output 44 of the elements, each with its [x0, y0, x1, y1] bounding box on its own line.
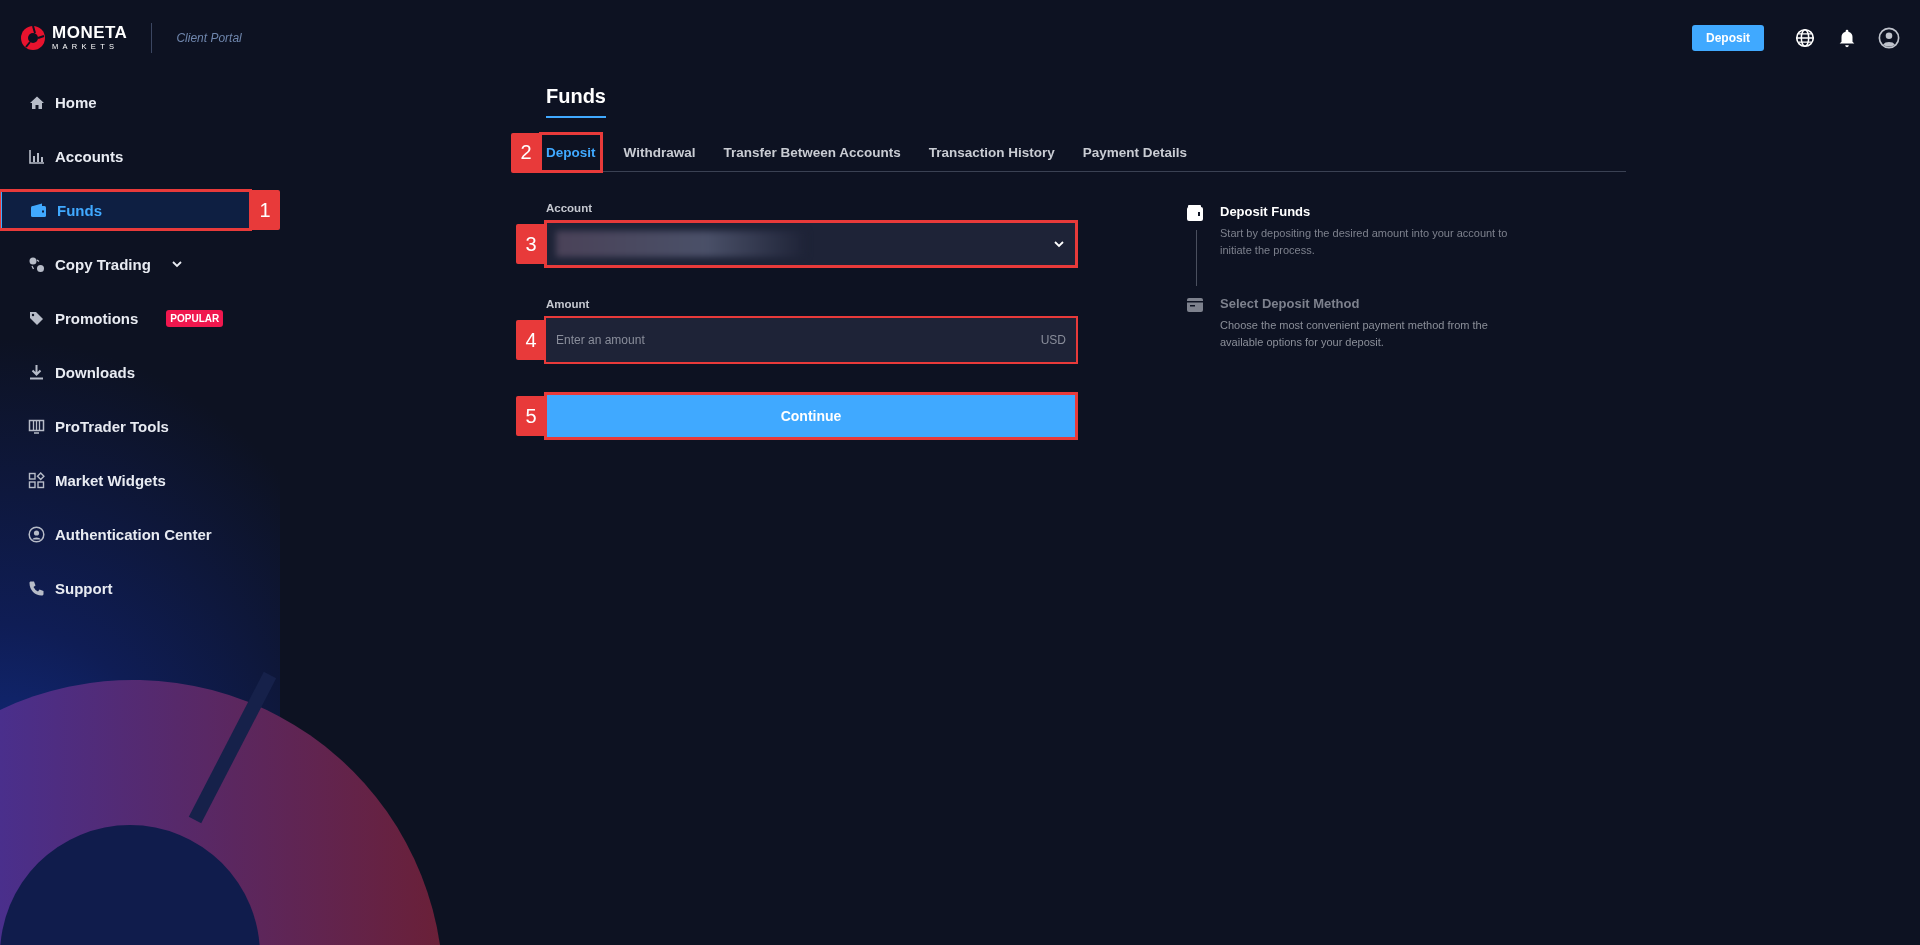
- step-title: Deposit Funds: [1220, 204, 1312, 219]
- step-description: Start by depositing the desired amount into your account to initiate the process.: [1220, 226, 1509, 258]
- tab[interactable]: Transfer Between Accounts: [718, 134, 906, 171]
- sidebar-item[interactable]: Authentication Center: [0, 515, 250, 553]
- portal-label: Client Portal: [176, 30, 242, 45]
- annotation-number: 2: [511, 132, 541, 173]
- page-title: Funds: [546, 80, 606, 118]
- tab[interactable]: Payment Details: [1077, 134, 1193, 171]
- sidebar-item[interactable]: Funds: [0, 191, 250, 229]
- circles-icon: [28, 255, 45, 273]
- tag-icon: [28, 309, 45, 327]
- annotation-number: 3: [516, 224, 546, 264]
- annotation-number: 4: [516, 320, 546, 360]
- sidebar-item[interactable]: Market Widgets: [0, 461, 250, 499]
- sidebar-item[interactable]: Promotions POPULAR: [0, 299, 250, 337]
- sidebar-item[interactable]: Accounts: [0, 137, 250, 175]
- download-icon: [28, 363, 45, 381]
- sidebar-item[interactable]: Copy Trading: [0, 245, 250, 283]
- annotation-number: 1: [250, 190, 280, 230]
- user-profile-icon[interactable]: [1878, 26, 1900, 49]
- sidebar-item[interactable]: Home: [0, 83, 250, 121]
- tab[interactable]: Withdrawal: [618, 134, 701, 171]
- phone-icon: [28, 579, 45, 597]
- wallet-icon: [30, 201, 47, 219]
- monitor-icon: [28, 417, 45, 435]
- sidebar-item[interactable]: Downloads: [0, 353, 250, 391]
- logo-icon: [20, 24, 46, 51]
- user-circle-icon: [28, 525, 45, 543]
- account-select[interactable]: [546, 222, 1076, 266]
- sidebar-item[interactable]: ProTrader Tools: [0, 407, 250, 445]
- brand-name: MONETA: [52, 24, 128, 42]
- step-title: Select Deposit Method: [1220, 296, 1361, 311]
- globe-icon[interactable]: [1794, 26, 1816, 49]
- tab[interactable]: Deposit: [541, 134, 601, 171]
- popular-badge: POPULAR: [166, 309, 224, 327]
- widgets-icon: [28, 471, 45, 489]
- field-label: Amount: [546, 298, 591, 310]
- bar-chart-icon: [28, 147, 45, 165]
- annotation-number: 5: [516, 396, 546, 436]
- currency-label: USD: [1040, 333, 1066, 347]
- field-label: Account: [546, 202, 593, 214]
- step-description: Choose the most convenient payment method from the available options for your deposit.: [1220, 318, 1489, 350]
- tab[interactable]: Transaction History: [923, 134, 1060, 171]
- sidebar-item[interactable]: Support: [0, 569, 250, 607]
